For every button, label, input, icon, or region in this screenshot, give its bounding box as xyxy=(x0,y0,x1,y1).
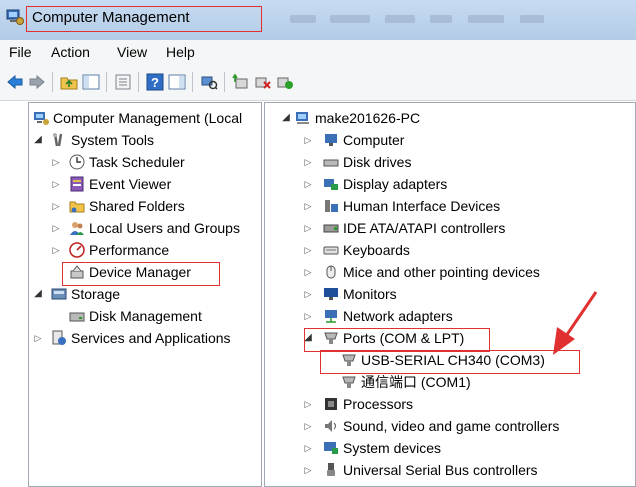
performance-icon xyxy=(69,242,85,258)
expand-icon[interactable]: ▷ xyxy=(51,195,61,217)
title-highlight-box xyxy=(26,6,262,32)
show-action-pane-icon[interactable] xyxy=(168,73,186,91)
toolbar: ? xyxy=(0,64,636,101)
tree-label: System devices xyxy=(343,440,442,456)
monitor-icon xyxy=(325,134,337,146)
collapse-icon[interactable]: ◢ xyxy=(33,283,43,305)
display-adapter-icon xyxy=(324,179,338,190)
update-driver-icon[interactable] xyxy=(232,73,250,91)
expand-icon[interactable]: ▷ xyxy=(51,151,61,173)
expand-icon[interactable]: ▷ xyxy=(303,437,313,459)
properties-icon[interactable] xyxy=(114,73,132,91)
tree-label: Network adapters xyxy=(343,308,453,324)
hid-icon xyxy=(325,200,338,212)
tree-label: Computer Management (Local xyxy=(53,110,243,126)
collapse-icon[interactable]: ◢ xyxy=(281,107,291,129)
computer-management-icon xyxy=(6,9,24,25)
expand-icon[interactable]: ▷ xyxy=(303,151,313,173)
storage-icon xyxy=(51,288,67,300)
expand-icon[interactable]: ▷ xyxy=(303,239,313,261)
device-manager-highlight-box xyxy=(62,262,220,286)
menu-file[interactable]: File xyxy=(9,44,32,60)
ports-highlight-box xyxy=(304,328,490,352)
tree-label: make201626-PC xyxy=(315,110,421,126)
tree-label: Processors xyxy=(343,396,414,412)
tree-label: Event Viewer xyxy=(89,176,172,192)
expand-icon[interactable]: ▷ xyxy=(303,129,313,151)
tree-label: Performance xyxy=(89,242,170,258)
tree-label: Sound, video and game controllers xyxy=(343,418,560,434)
menu-bar: File Action View Help xyxy=(0,40,636,64)
tree-label: Mice and other pointing devices xyxy=(343,264,540,280)
menu-action[interactable]: Action xyxy=(51,44,90,60)
expand-icon[interactable]: ▷ xyxy=(303,195,313,217)
computer-management-icon xyxy=(34,112,49,125)
help-icon[interactable]: ? xyxy=(146,73,164,91)
keyboard-icon xyxy=(323,246,339,255)
left-tree-pane: Computer Management (Local ◢ System Tool… xyxy=(28,102,262,487)
port-icon xyxy=(342,376,356,388)
show-hide-tree-icon[interactable] xyxy=(82,73,100,91)
speaker-icon xyxy=(325,420,336,432)
system-devices-icon xyxy=(324,442,338,454)
tree-label: Disk drives xyxy=(343,154,412,170)
network-adapter-icon xyxy=(325,310,337,323)
forward-arrow-icon[interactable] xyxy=(28,73,46,91)
shared-folder-icon xyxy=(69,201,85,213)
tree-label: Monitors xyxy=(343,286,397,302)
tree-label: Disk Management xyxy=(89,308,202,324)
users-icon xyxy=(70,222,84,235)
processor-icon xyxy=(325,398,337,410)
ide-controller-icon xyxy=(323,224,339,233)
expand-icon[interactable]: ▷ xyxy=(303,415,313,437)
monitor-icon xyxy=(324,288,338,300)
back-arrow-icon[interactable] xyxy=(6,73,24,91)
usb-icon xyxy=(327,463,335,476)
enable-device-icon[interactable] xyxy=(276,73,294,91)
expand-icon[interactable]: ▷ xyxy=(303,393,313,415)
usb-serial-highlight-box xyxy=(320,350,580,374)
expand-icon[interactable]: ▷ xyxy=(303,283,313,305)
expand-icon[interactable]: ▷ xyxy=(51,217,61,239)
scan-hardware-icon[interactable] xyxy=(200,73,218,91)
tree-label: Shared Folders xyxy=(89,198,185,214)
event-viewer-icon xyxy=(70,176,84,192)
tree-label: Human Interface Devices xyxy=(343,198,501,214)
tree-label: Computer xyxy=(343,132,405,148)
collapse-icon[interactable]: ◢ xyxy=(33,129,43,151)
expand-icon[interactable]: ▷ xyxy=(51,239,61,261)
services-icon xyxy=(52,330,66,345)
expand-icon[interactable]: ▷ xyxy=(303,261,313,283)
expand-icon[interactable]: ▷ xyxy=(33,327,43,349)
disk-drive-icon xyxy=(323,159,339,167)
menu-help[interactable]: Help xyxy=(166,44,195,60)
expand-icon[interactable]: ▷ xyxy=(303,305,313,327)
expand-icon[interactable]: ▷ xyxy=(303,459,313,481)
tree-label: System Tools xyxy=(71,132,154,148)
mouse-icon xyxy=(326,265,336,279)
tree-label: Local Users and Groups xyxy=(89,220,240,236)
tree-label: 通信端口 (COM1) xyxy=(361,374,471,390)
tree-label: Universal Serial Bus controllers xyxy=(343,462,538,478)
menu-view[interactable]: View xyxy=(117,44,147,60)
tree-label: Keyboards xyxy=(343,242,410,258)
tree-label: Task Scheduler xyxy=(89,154,185,170)
tree-label: Display adapters xyxy=(343,176,448,192)
clock-icon xyxy=(69,154,85,170)
tree-label: Services and Applications xyxy=(71,330,231,346)
expand-icon[interactable]: ▷ xyxy=(51,173,61,195)
expand-icon[interactable]: ▷ xyxy=(303,173,313,195)
tree-label: Storage xyxy=(71,286,121,302)
disk-icon xyxy=(69,312,85,322)
up-folder-icon[interactable] xyxy=(60,73,78,91)
computer-icon xyxy=(296,112,309,124)
right-tree-pane: ◢ make201626-PC ▷ Computer ▷ Disk drives… xyxy=(264,102,636,487)
uninstall-icon[interactable] xyxy=(254,73,272,91)
svg-text:?: ? xyxy=(151,75,159,90)
expand-icon[interactable]: ▷ xyxy=(303,217,313,239)
tree-label: IDE ATA/ATAPI controllers xyxy=(343,220,506,236)
tools-icon xyxy=(53,133,63,147)
